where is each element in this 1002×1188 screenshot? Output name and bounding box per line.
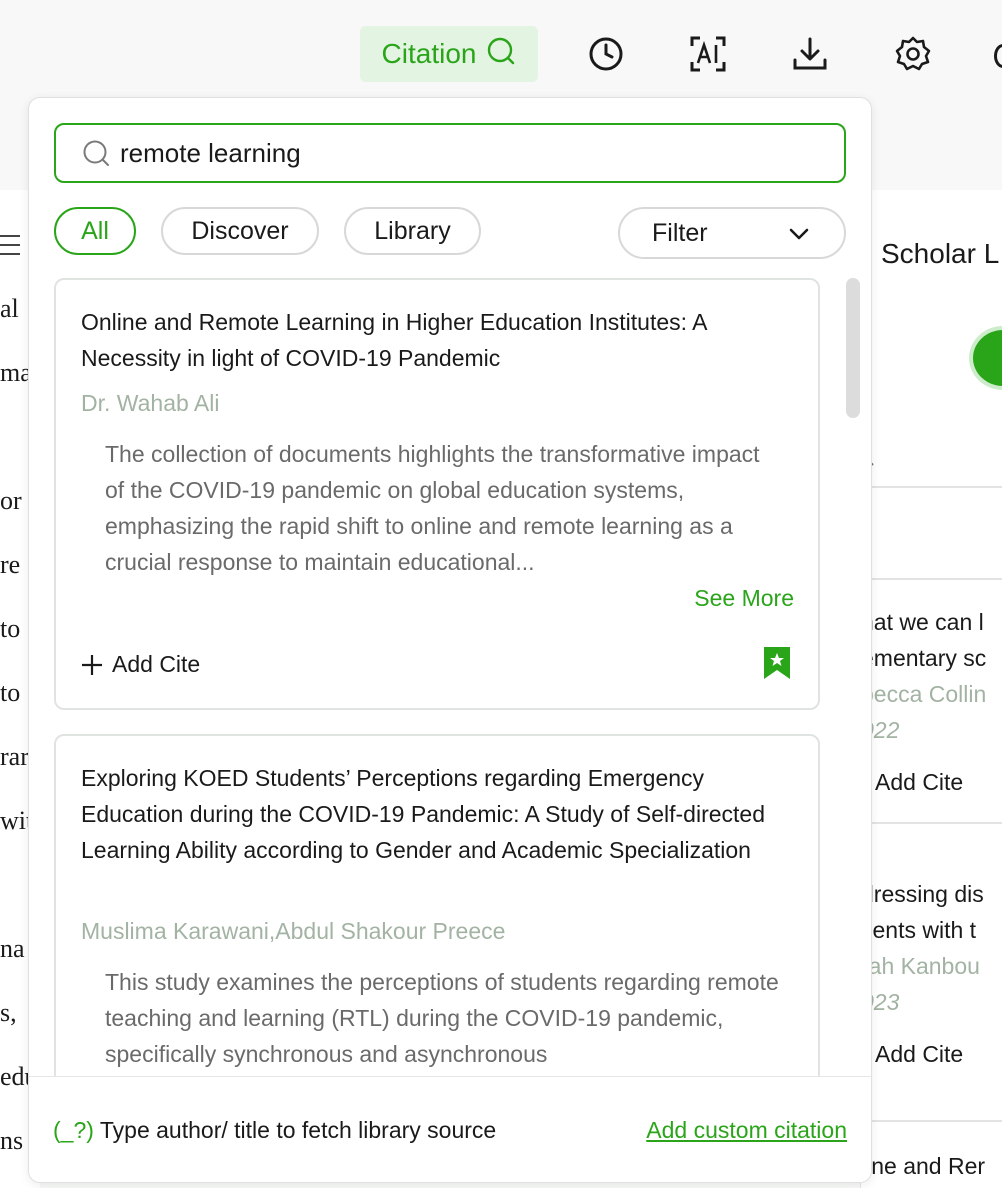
panel-heading: Scholar L bbox=[881, 238, 1000, 269]
list-item-author: rah Kanbou bbox=[861, 953, 980, 979]
doc-text: to bbox=[0, 614, 21, 643]
ai-icon[interactable] bbox=[688, 34, 728, 74]
result-title[interactable]: Online and Remote Learning in Higher Edu… bbox=[81, 304, 791, 376]
doc-text: to bbox=[0, 678, 21, 707]
search-icon bbox=[486, 36, 516, 73]
divider bbox=[861, 486, 1002, 488]
doc-text: na bbox=[0, 934, 25, 963]
download-icon[interactable] bbox=[790, 34, 830, 74]
divider bbox=[861, 822, 1002, 824]
citation-button[interactable]: Citation bbox=[360, 26, 538, 82]
list-item-title[interactable]: line and Rer bbox=[861, 1153, 985, 1180]
doc-text: al bbox=[0, 294, 19, 323]
tab-all[interactable]: All bbox=[54, 207, 136, 255]
add-custom-citation-link[interactable]: Add custom citation bbox=[646, 1117, 847, 1144]
result-authors: Muslima Karawani,Abdul Shakour Preece bbox=[81, 918, 506, 944]
search-box[interactable] bbox=[54, 123, 846, 183]
plus-icon bbox=[82, 654, 102, 675]
filter-dropdown[interactable]: Filter bbox=[618, 207, 846, 259]
filter-label: Filter bbox=[652, 218, 708, 247]
history-icon[interactable] bbox=[586, 34, 626, 74]
list-item-title: tients with t bbox=[861, 917, 977, 943]
scrollbar[interactable] bbox=[846, 278, 860, 418]
result-authors: Dr. Wahab Ali bbox=[81, 390, 220, 416]
citation-popup: All Discover Library Filter Online and R… bbox=[28, 97, 872, 1183]
tab-discover[interactable]: Discover bbox=[161, 207, 319, 255]
doc-text: or bbox=[0, 486, 22, 515]
settings-icon[interactable] bbox=[893, 34, 933, 74]
tab-label: All bbox=[81, 216, 109, 245]
list-item-author: becca Collin bbox=[861, 681, 987, 707]
results-list[interactable]: Online and Remote Learning in Higher Edu… bbox=[29, 278, 871, 1076]
result-summary: The collection of documents highlights t… bbox=[105, 441, 760, 575]
panel-toggle[interactable] bbox=[969, 326, 1002, 390]
doc-text: ma bbox=[0, 358, 32, 387]
add-cite-button[interactable]: Add Cite bbox=[80, 651, 200, 678]
add-cite-button[interactable]: Add Cite bbox=[875, 1041, 963, 1068]
search-icon bbox=[82, 139, 110, 167]
more-icon[interactable] bbox=[994, 44, 1002, 68]
doc-text: ns bbox=[0, 1126, 24, 1155]
result-card[interactable]: Online and Remote Learning in Higher Edu… bbox=[54, 278, 820, 710]
list-item-title: ementary sc bbox=[861, 645, 987, 671]
tab-label: Discover bbox=[191, 216, 289, 245]
add-cite-label: Add Cite bbox=[112, 651, 201, 677]
add-cite-button[interactable]: Add Cite bbox=[875, 769, 963, 796]
scholar-library-panel: Scholar L hat we can l ementary sc becca… bbox=[851, 190, 1002, 1188]
list-item-title[interactable]: hat we can l bbox=[861, 609, 984, 636]
hint-symbol: (_?) bbox=[53, 1117, 94, 1143]
result-title[interactable]: Exploring KOED Students’ Perceptions reg… bbox=[81, 760, 791, 868]
tab-library[interactable]: Library bbox=[344, 207, 481, 255]
bookmark-star-icon[interactable] bbox=[763, 646, 791, 685]
divider bbox=[861, 578, 1002, 580]
footer-hint: (_?) Type author/ title to fetch library… bbox=[53, 1117, 496, 1144]
chevron-down-icon bbox=[789, 228, 809, 240]
tab-label: Library bbox=[374, 216, 451, 245]
see-more-link[interactable]: See More bbox=[694, 585, 794, 612]
result-card[interactable]: Exploring KOED Students’ Perceptions reg… bbox=[54, 734, 820, 1076]
divider bbox=[861, 1120, 1002, 1122]
doc-text: s, bbox=[0, 998, 17, 1027]
search-input[interactable] bbox=[118, 136, 822, 170]
popup-footer: (_?) Type author/ title to fetch library… bbox=[29, 1076, 871, 1182]
result-summary: This study examines the perceptions of s… bbox=[105, 969, 779, 1067]
doc-text: rar bbox=[0, 742, 29, 771]
menu-icon[interactable] bbox=[0, 232, 22, 263]
hint-text: Type author/ title to fetch library sour… bbox=[99, 1117, 497, 1143]
doc-text: re bbox=[0, 550, 21, 579]
list-item-title[interactable]: dressing dis bbox=[861, 881, 984, 908]
citation-label: Citation bbox=[381, 38, 477, 69]
